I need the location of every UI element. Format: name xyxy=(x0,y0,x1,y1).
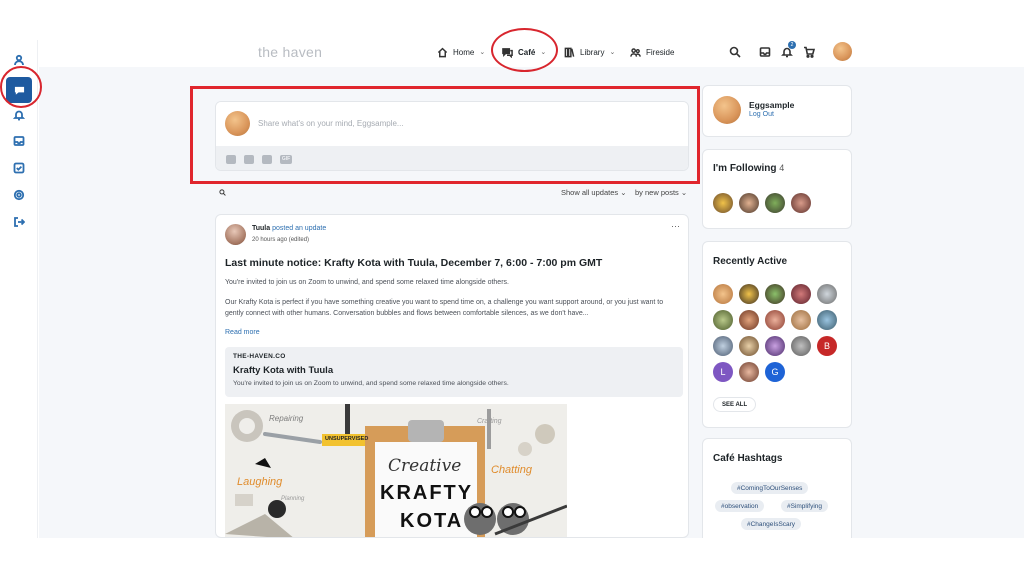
following-avatar[interactable] xyxy=(713,193,733,213)
active-avatar[interactable] xyxy=(739,310,759,330)
following-count: 4 xyxy=(779,163,785,173)
recently-active-card: Recently Active B L G SEE ALL xyxy=(702,241,852,428)
nav-fireside-label: Fireside xyxy=(646,47,675,57)
bell-icon[interactable] xyxy=(12,108,26,122)
chevron-down-icon: ⌄ xyxy=(609,49,616,56)
link-description: You're invited to join us on Zoom to unw… xyxy=(233,380,509,387)
hashtags-card: Café Hashtags #ComingToOurSenses #observ… xyxy=(702,438,852,538)
active-avatar[interactable] xyxy=(713,336,733,356)
cart-icon[interactable] xyxy=(803,45,816,58)
hashtag[interactable]: #ChangeIsScary xyxy=(741,518,802,530)
post-body-intro: You're invited to join us on Zoom to unw… xyxy=(225,279,509,286)
active-avatar[interactable] xyxy=(713,310,733,330)
composer-highlight-box xyxy=(190,86,700,184)
sidebar-highlight-ring xyxy=(0,66,42,108)
image-word-krafty: KRAFTY xyxy=(380,482,474,504)
post-edited: (edited) xyxy=(288,237,310,243)
image-word-crafting: Crafting xyxy=(477,418,502,425)
image-word-repairing: Repairing xyxy=(269,414,304,423)
active-avatar[interactable] xyxy=(791,336,811,356)
following-avatar[interactable] xyxy=(765,193,785,213)
post-author-avatar[interactable] xyxy=(225,224,246,245)
active-avatar[interactable] xyxy=(739,336,759,356)
inbox-icon[interactable] xyxy=(12,134,26,148)
post-author-line: Tuula posted an update xyxy=(252,225,326,232)
nav-fireside[interactable]: Fireside xyxy=(630,45,674,59)
sort-filter-label: by new posts xyxy=(635,188,679,197)
chevron-down-icon: ⌄ xyxy=(479,49,486,56)
profile-avatar[interactable] xyxy=(713,96,741,124)
tasks-icon[interactable] xyxy=(12,161,26,175)
search-icon[interactable] xyxy=(729,45,741,58)
profile-name[interactable]: Eggsample xyxy=(749,100,794,110)
nav-home[interactable]: Home ⌄ xyxy=(437,45,485,59)
following-avatar[interactable] xyxy=(791,193,811,213)
active-avatar[interactable] xyxy=(765,284,785,304)
active-avatar[interactable] xyxy=(713,284,733,304)
active-avatar[interactable] xyxy=(791,310,811,330)
profile-icon[interactable] xyxy=(12,53,26,67)
post-author-name[interactable]: Tuula xyxy=(252,225,270,232)
nav-library[interactable]: Library ⌄ xyxy=(564,45,615,59)
following-title-text: I'm Following xyxy=(713,163,777,174)
show-filter-label: Show all updates xyxy=(561,188,619,197)
active-avatar[interactable] xyxy=(817,310,837,330)
link-preview-card[interactable]: THE-HAVEN.CO Krafty Kota with Tuula You'… xyxy=(225,347,683,397)
post-title: Last minute notice: Krafty Kota with Tuu… xyxy=(225,257,603,269)
hashtag[interactable]: #ComingToOurSenses xyxy=(731,482,809,494)
settings-icon[interactable] xyxy=(12,188,26,202)
link-domain: THE-HAVEN.CO xyxy=(233,353,286,360)
nav-highlight-ring xyxy=(491,28,558,72)
active-avatar[interactable] xyxy=(739,284,759,304)
post-image[interactable]: Repairing UNSUPERVISED Crafting Creative… xyxy=(225,404,567,537)
profile-card: Eggsample Log Out xyxy=(702,85,852,137)
post-action: posted an update xyxy=(272,225,327,232)
more-options-icon[interactable]: ··· xyxy=(671,221,680,231)
see-all-button[interactable]: SEE ALL xyxy=(713,397,757,412)
image-word-kota: KOTA xyxy=(400,510,464,532)
post-time-line: 20 hours ago (edited) xyxy=(252,237,309,243)
link-title: Krafty Kota with Tuula xyxy=(233,365,334,376)
home-icon xyxy=(437,47,448,57)
user-avatar[interactable] xyxy=(833,42,852,61)
active-avatar[interactable] xyxy=(765,336,785,356)
search-icon[interactable] xyxy=(219,189,226,196)
hashtag[interactable]: #observation xyxy=(715,500,765,512)
active-avatar-letter[interactable]: G xyxy=(765,362,785,382)
people-icon xyxy=(630,47,641,57)
following-avatar[interactable] xyxy=(739,193,759,213)
active-avatar[interactable] xyxy=(739,362,759,382)
brand-logo[interactable]: the haven xyxy=(258,44,322,60)
post-body-text: Our Krafty Kota is perfect if you have s… xyxy=(225,299,664,317)
recently-active-title: Recently Active xyxy=(713,256,788,267)
following-title: I'm Following 4 xyxy=(713,163,784,174)
image-word-planning: Planning xyxy=(281,496,305,502)
inbox-icon[interactable] xyxy=(759,45,771,57)
image-word-chatting: Chatting xyxy=(491,464,532,476)
app-frame: the haven Home ⌄ Café ⌄ Library ⌄ Firesi… xyxy=(0,0,1024,576)
read-more-link[interactable]: Read more xyxy=(225,329,260,336)
activity-filter-row: Show all updates ⌄ by new posts ⌄ xyxy=(215,186,689,200)
sort-filter-dropdown[interactable]: by new posts ⌄ xyxy=(635,188,687,197)
active-avatar[interactable] xyxy=(791,284,811,304)
logout-icon[interactable] xyxy=(12,215,26,229)
active-avatar-letter[interactable]: L xyxy=(713,362,733,382)
nav-library-label: Library xyxy=(580,47,605,57)
image-word-unsupervised: UNSUPERVISED xyxy=(325,436,369,442)
activity-post: Tuula posted an update 20 hours ago (edi… xyxy=(215,214,689,538)
library-icon xyxy=(564,47,575,57)
following-card: I'm Following 4 xyxy=(702,149,852,229)
show-filter-dropdown[interactable]: Show all updates ⌄ xyxy=(561,188,627,197)
hashtag[interactable]: #Simplifying xyxy=(781,500,829,512)
image-word-creative: Creative xyxy=(388,456,462,476)
notification-badge: 2 xyxy=(788,41,796,49)
active-avatar-letter[interactable]: B xyxy=(817,336,837,356)
hashtags-title: Café Hashtags xyxy=(713,453,783,464)
nav-home-label: Home xyxy=(453,47,475,57)
logout-link[interactable]: Log Out xyxy=(749,111,774,118)
active-avatar[interactable] xyxy=(765,310,785,330)
active-avatar[interactable] xyxy=(817,284,837,304)
post-time[interactable]: 20 hours ago xyxy=(252,237,287,243)
image-word-laughing: Laughing xyxy=(237,476,283,488)
